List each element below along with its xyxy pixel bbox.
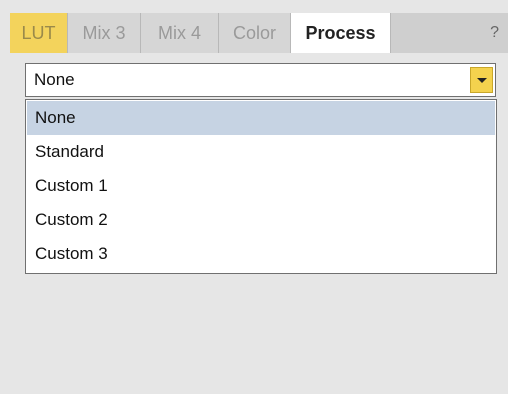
dropdown-option-custom-3[interactable]: Custom 3: [27, 237, 495, 271]
dropdown-options-list: None Standard Custom 1 Custom 2 Custom 3: [25, 99, 497, 274]
dropdown-toggle-button[interactable]: [470, 67, 493, 93]
process-dropdown[interactable]: None: [25, 63, 496, 97]
dropdown-option-custom-2[interactable]: Custom 2: [27, 203, 495, 237]
dropdown-option-standard[interactable]: Standard: [27, 135, 495, 169]
tab-mix-4[interactable]: Mix 4: [141, 13, 219, 53]
chevron-down-icon: [477, 78, 487, 83]
process-panel: LUT Mix 3 Mix 4 Color Process ? None Non…: [0, 0, 508, 394]
dropdown-option-none[interactable]: None: [27, 101, 495, 135]
tab-bar: LUT Mix 3 Mix 4 Color Process ?: [10, 13, 508, 53]
help-button[interactable]: ?: [490, 13, 499, 53]
tab-lut[interactable]: LUT: [10, 13, 68, 53]
tab-mix-3[interactable]: Mix 3: [68, 13, 141, 53]
tab-process[interactable]: Process: [291, 13, 391, 53]
dropdown-value: None: [34, 70, 75, 89]
tab-color[interactable]: Color: [219, 13, 291, 53]
dropdown-option-custom-1[interactable]: Custom 1: [27, 169, 495, 203]
